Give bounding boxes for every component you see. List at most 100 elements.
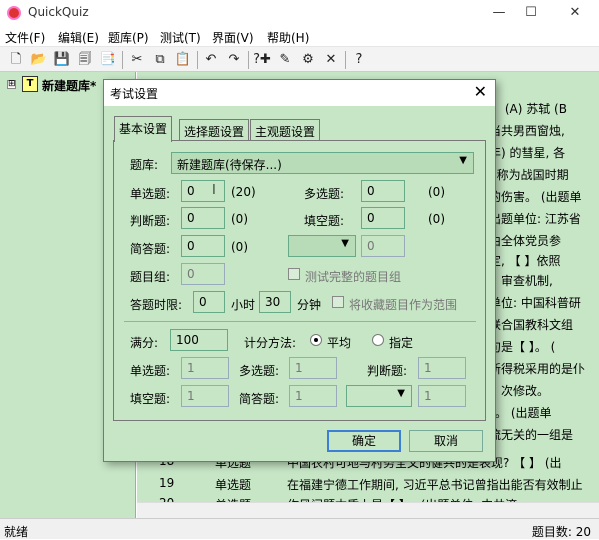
delete-icon[interactable]: ✕: [321, 50, 341, 70]
scoring-average-label: 平均: [327, 336, 352, 350]
minutes-input[interactable]: 30: [259, 291, 291, 313]
toolbar-separator: [345, 51, 346, 69]
library-icon[interactable]: 📑: [98, 50, 118, 70]
score-single-input[interactable]: 1: [181, 357, 229, 379]
question-text: 新得税采用的是仆: [489, 362, 586, 376]
tree-root-label[interactable]: 新建题库*: [42, 77, 96, 94]
dialog-close-button[interactable]: ✕: [474, 83, 487, 101]
score-fill-input[interactable]: 1: [181, 385, 229, 407]
app-title: QuickQuiz: [28, 5, 89, 19]
toolbar-separator: [122, 51, 123, 69]
undo-icon[interactable]: ↶: [201, 50, 221, 70]
menu-file[interactable]: 文件(F): [5, 29, 45, 46]
question-text: 年) 的彗星, 各: [489, 146, 566, 160]
fill-blank-label: 填空题:: [304, 214, 345, 228]
cut-icon[interactable]: ✂: [127, 50, 147, 70]
menu-edit[interactable]: 编辑(E): [58, 29, 99, 46]
score-short-label: 简答题:: [239, 392, 280, 406]
short-answer-count-input[interactable]: 0: [181, 235, 225, 257]
question-text: 】次修改。: [489, 384, 550, 398]
full-score-input[interactable]: 100: [170, 329, 228, 351]
tab-choice-settings[interactable]: 选择题设置: [179, 119, 250, 141]
library-label: 题库:: [130, 158, 159, 172]
add-question-icon[interactable]: ?✚: [252, 50, 272, 70]
question-text: 定, 【 】依照: [489, 254, 561, 268]
judge-total: (0): [231, 212, 248, 226]
single-choice-label: 单选题:: [130, 187, 171, 201]
status-text: 就绪: [4, 525, 29, 539]
question-type-count-input[interactable]: 0: [361, 235, 405, 257]
question-text: 流无关的一组是: [489, 428, 574, 442]
full-score-label: 满分:: [130, 336, 159, 350]
score-type-select[interactable]: ▼: [346, 385, 412, 407]
close-button[interactable]: ✕: [564, 3, 586, 23]
horizontal-scrollbar[interactable]: [137, 502, 599, 518]
single-choice-count-input[interactable]: 0: [181, 180, 225, 202]
menu-library[interactable]: 题库(P): [108, 29, 149, 46]
minimize-button[interactable]: —: [488, 3, 510, 23]
fill-blank-count-input[interactable]: 0: [361, 207, 405, 229]
menu-view[interactable]: 界面(V): [212, 29, 254, 46]
score-judge-label: 判断题:: [367, 364, 408, 378]
score-type-input[interactable]: 1: [418, 385, 466, 407]
question-text: 句是【 】。 (: [489, 340, 556, 354]
favorites-scope-checkbox[interactable]: [332, 296, 344, 308]
question-text: 出题单位: 江苏省: [489, 212, 581, 226]
multi-choice-label: 多选题:: [304, 187, 345, 201]
menu-bar: 文件(F) 编辑(E) 题库(P) 测试(T) 界面(V) 帮助(H): [0, 26, 599, 46]
row-content: 在福建宁德工作期间, 习近平总书记曾指出能否有效制止: [287, 478, 583, 492]
library-select[interactable]: 新建题库(待保存...) ▼: [171, 152, 474, 174]
tab-basic-settings[interactable]: 基本设置: [114, 116, 173, 142]
chevron-down-icon: ▼: [341, 238, 349, 249]
single-choice-total: (20): [231, 185, 256, 199]
scoring-specify-radio[interactable]: [372, 334, 384, 346]
question-type-select[interactable]: ▼: [288, 235, 356, 257]
question-settings-icon[interactable]: ⚙: [298, 50, 318, 70]
row-type: 单选题: [215, 478, 252, 492]
score-short-input[interactable]: 1: [289, 385, 337, 407]
maximize-button[interactable]: ☐: [520, 3, 542, 23]
status-bar: 就绪 题目数: 20: [0, 518, 599, 539]
paste-icon[interactable]: 📋: [173, 50, 193, 70]
score-judge-input[interactable]: 1: [418, 357, 466, 379]
score-fill-label: 填空题:: [130, 392, 171, 406]
exam-settings-dialog: 考试设置 ✕ 基本设置 选择题设置 主观题设置 题库: 新建题库(待保存...)…: [103, 79, 496, 462]
test-complete-group-checkbox[interactable]: [288, 268, 300, 280]
tab-subjective-settings[interactable]: 主观题设置: [250, 119, 321, 141]
hours-input[interactable]: 0: [193, 291, 225, 313]
table-row[interactable]: 19 单选题 在福建宁德工作期间, 习近平总书记曾指出能否有效制止: [137, 474, 599, 494]
score-single-label: 单选题:: [130, 364, 171, 378]
new-file-icon[interactable]: 🗋: [6, 50, 26, 70]
edit-question-icon[interactable]: ✎: [275, 50, 295, 70]
copy-icon[interactable]: ⧉: [150, 50, 170, 70]
expand-icon[interactable]: ⊞: [7, 80, 16, 89]
menu-help[interactable]: 帮助(H): [267, 29, 309, 46]
save-icon[interactable]: 💾: [52, 50, 72, 70]
question-text: 的伤害。 (出题单: [489, 190, 582, 204]
chevron-down-icon: ▼: [459, 155, 467, 166]
save-all-icon[interactable]: 🗐: [75, 50, 95, 70]
group-count-input[interactable]: 0: [181, 263, 225, 285]
title-bar: QuickQuiz — ☐ ✕: [0, 0, 599, 26]
ok-button[interactable]: 确定: [327, 430, 401, 452]
redo-icon[interactable]: ↷: [224, 50, 244, 70]
group-label: 题目组:: [130, 270, 171, 284]
dialog-title: 考试设置: [110, 87, 159, 101]
score-multi-label: 多选题:: [239, 364, 280, 378]
question-text: 】审查机制,: [489, 274, 553, 288]
score-multi-input[interactable]: 1: [289, 357, 337, 379]
multi-choice-total: (0): [428, 185, 445, 199]
test-complete-group-label: 测试完整的题目组: [305, 270, 402, 284]
toolbar-separator: [197, 51, 198, 69]
judge-count-input[interactable]: 0: [181, 207, 225, 229]
open-icon[interactable]: 📂: [29, 50, 49, 70]
question-text: 联合国教科文组: [489, 318, 574, 332]
multi-choice-count-input[interactable]: 0: [361, 180, 405, 202]
scoring-average-radio[interactable]: [310, 334, 322, 346]
question-text: 由全体党员参: [489, 234, 562, 248]
menu-test[interactable]: 测试(T): [160, 29, 201, 46]
chevron-down-icon: ▼: [397, 388, 405, 399]
cancel-button[interactable]: 取消: [409, 430, 483, 452]
help-icon[interactable]: ?: [349, 50, 369, 70]
library-node-icon: T: [22, 76, 38, 92]
